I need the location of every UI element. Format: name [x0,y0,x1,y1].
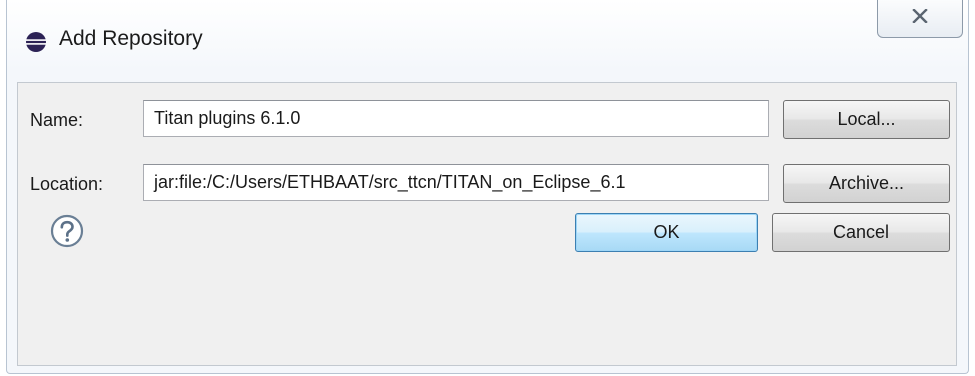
close-button[interactable] [877,0,963,38]
close-icon [912,8,928,28]
dialog-title: Add Repository [59,27,203,50]
title-bar[interactable]: Add Repository [7,0,968,80]
location-label: Location: [30,174,104,194]
cancel-button[interactable]: Cancel [772,213,950,252]
name-input[interactable]: Titan plugins 6.1.0 [143,100,769,137]
archive-button[interactable]: Archive... [783,164,950,203]
local-button[interactable]: Local... [783,100,950,139]
eclipse-icon [25,31,47,53]
ok-button[interactable]: OK [575,213,758,252]
help-icon[interactable] [50,214,84,248]
add-repository-dialog: Add Repository Name: Titan plugins 6.1.0… [6,0,969,374]
dialog-body: Name: Titan plugins 6.1.0 Local... Locat… [17,82,957,366]
name-label: Name: [30,110,84,130]
location-input[interactable]: jar:file:/C:/Users/ETHBAAT/src_ttcn/TITA… [143,164,769,201]
